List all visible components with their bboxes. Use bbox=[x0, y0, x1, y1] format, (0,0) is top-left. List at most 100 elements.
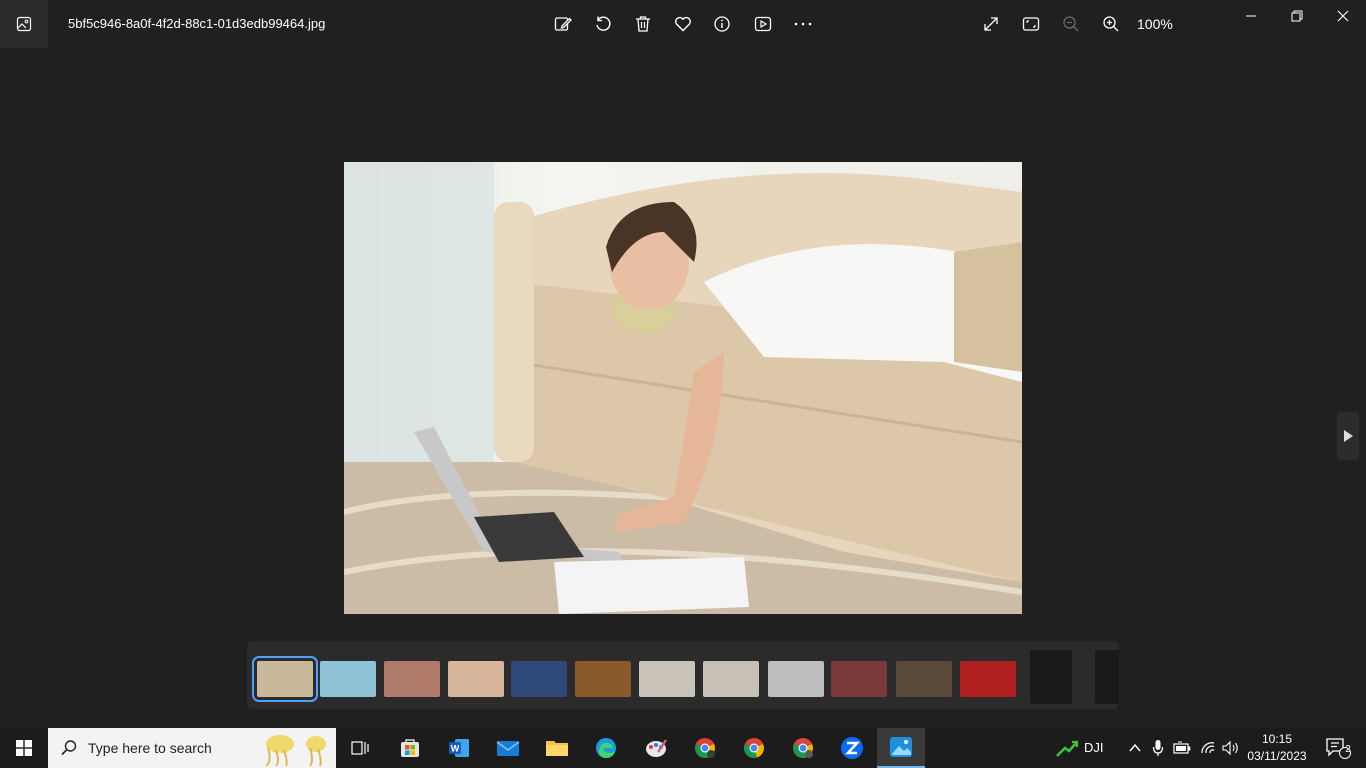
clock-time: 10:15 bbox=[1261, 732, 1293, 746]
volume-button[interactable] bbox=[1220, 728, 1242, 768]
slideshow-icon bbox=[754, 16, 772, 32]
thumb-10[interactable] bbox=[831, 661, 887, 697]
photos-icon bbox=[890, 737, 912, 757]
edit-image-button[interactable] bbox=[547, 8, 579, 40]
taskbar-search-box[interactable]: Type here to search bbox=[48, 728, 336, 768]
rotate-button[interactable] bbox=[587, 8, 619, 40]
battery-icon bbox=[1173, 741, 1191, 754]
close-icon bbox=[1337, 10, 1349, 22]
notification-count: 2 bbox=[1345, 744, 1351, 755]
word-icon: W bbox=[449, 739, 469, 757]
taskbar-chrome-profile-2[interactable] bbox=[730, 728, 778, 768]
taskbar-chrome-profile-1[interactable] bbox=[681, 728, 729, 768]
edge-icon bbox=[596, 738, 616, 758]
thumb-8[interactable] bbox=[703, 661, 759, 697]
restore-button[interactable] bbox=[1274, 0, 1320, 32]
clock[interactable]: 10:15 03/11/2023 bbox=[1244, 731, 1310, 765]
microphone-icon bbox=[1152, 740, 1164, 756]
favorite-button[interactable] bbox=[667, 8, 699, 40]
fit-to-window-icon bbox=[1022, 17, 1040, 31]
fullscreen-button[interactable] bbox=[975, 8, 1007, 40]
info-icon bbox=[714, 16, 730, 32]
thumb-11[interactable] bbox=[896, 661, 952, 697]
thumb-4[interactable] bbox=[448, 661, 504, 697]
thumb-13[interactable] bbox=[1030, 650, 1072, 704]
thumb-1[interactable] bbox=[252, 656, 318, 702]
paint-icon bbox=[646, 739, 667, 757]
thumb-5[interactable] bbox=[511, 661, 567, 697]
notification-center-button[interactable]: 2 bbox=[1318, 728, 1358, 768]
chrome-icon bbox=[695, 738, 715, 758]
task-view-button[interactable] bbox=[336, 728, 384, 768]
chrome-icon bbox=[744, 738, 764, 758]
minimize-button[interactable] bbox=[1228, 0, 1274, 32]
zoom-out-button[interactable] bbox=[1055, 8, 1087, 40]
thumb-2[interactable] bbox=[320, 661, 376, 697]
taskbar-file-explorer[interactable] bbox=[533, 728, 581, 768]
close-button[interactable] bbox=[1320, 0, 1366, 32]
delete-icon bbox=[636, 16, 650, 32]
taskbar-edge[interactable] bbox=[582, 728, 630, 768]
info-button[interactable] bbox=[706, 8, 738, 40]
thumb-3[interactable] bbox=[384, 661, 440, 697]
mail-icon bbox=[496, 741, 520, 756]
thumb-7[interactable] bbox=[639, 661, 695, 697]
task-view-icon bbox=[351, 741, 369, 755]
zoom-in-button[interactable] bbox=[1095, 8, 1127, 40]
chrome-icon bbox=[793, 738, 813, 758]
windows-logo-icon bbox=[16, 740, 32, 756]
speaker-icon bbox=[1222, 741, 1238, 755]
slideshow-button[interactable] bbox=[747, 8, 779, 40]
fullscreen-icon bbox=[984, 17, 998, 31]
microsoft-store-icon bbox=[401, 739, 419, 757]
taskbar-store[interactable] bbox=[386, 728, 434, 768]
taskbar-mail[interactable] bbox=[484, 728, 532, 768]
more-options-button[interactable] bbox=[787, 8, 819, 40]
network-button[interactable] bbox=[1196, 728, 1220, 768]
thumb-6[interactable] bbox=[575, 661, 631, 697]
rotate-icon bbox=[596, 16, 611, 31]
search-placeholder: Type here to search bbox=[88, 740, 212, 756]
taskbar-zalo[interactable] bbox=[828, 728, 876, 768]
more-icon bbox=[794, 22, 812, 26]
taskbar: Type here to search W DJI 10:15 03/11/20… bbox=[0, 728, 1366, 768]
taskbar-photos[interactable] bbox=[877, 728, 925, 768]
next-image-button[interactable] bbox=[1337, 412, 1359, 460]
image-viewer bbox=[0, 48, 1366, 728]
wifi-icon bbox=[1201, 742, 1215, 754]
fit-to-window-button[interactable] bbox=[1015, 8, 1047, 40]
thumb-14[interactable] bbox=[1095, 650, 1119, 704]
chevron-up-icon bbox=[1129, 743, 1141, 752]
folder-icon bbox=[546, 741, 568, 756]
favorite-icon bbox=[675, 16, 691, 32]
show-hidden-icons-button[interactable] bbox=[1124, 728, 1146, 768]
restore-icon bbox=[1291, 10, 1303, 22]
zoom-level[interactable]: 100% bbox=[1137, 0, 1173, 48]
main-photo[interactable] bbox=[344, 162, 1022, 614]
microphone-button[interactable] bbox=[1148, 728, 1168, 768]
filmstrip bbox=[247, 641, 1119, 709]
tray-dji-icon-button[interactable] bbox=[1050, 728, 1084, 768]
zalo-icon bbox=[841, 737, 863, 759]
edit-image-icon bbox=[554, 17, 572, 31]
tray-dji-label[interactable]: DJI bbox=[1084, 728, 1104, 768]
photos-app-icon[interactable] bbox=[0, 0, 48, 48]
taskbar-paint[interactable] bbox=[632, 728, 680, 768]
minimize-icon bbox=[1246, 15, 1256, 17]
file-name: 5bf5c946-8a0f-4f2d-88c1-01d3edb99464.jpg bbox=[68, 16, 326, 31]
battery-button[interactable] bbox=[1171, 728, 1193, 768]
title-bar: 5bf5c946-8a0f-4f2d-88c1-01d3edb99464.jpg… bbox=[0, 0, 1366, 48]
taskbar-word[interactable]: W bbox=[435, 728, 483, 768]
next-icon bbox=[1344, 430, 1353, 442]
start-button[interactable] bbox=[0, 728, 48, 768]
search-icon bbox=[61, 740, 77, 756]
clock-date: 03/11/2023 bbox=[1247, 749, 1307, 763]
delete-button[interactable] bbox=[627, 8, 659, 40]
taskbar-chrome-profile-3[interactable] bbox=[779, 728, 827, 768]
dji-chart-icon bbox=[1056, 740, 1079, 757]
zoom-in-icon bbox=[1103, 16, 1119, 32]
thumb-9[interactable] bbox=[768, 661, 824, 697]
zoom-out-icon bbox=[1063, 16, 1079, 32]
svg-text:W: W bbox=[451, 744, 460, 754]
thumb-12[interactable] bbox=[960, 661, 1016, 697]
